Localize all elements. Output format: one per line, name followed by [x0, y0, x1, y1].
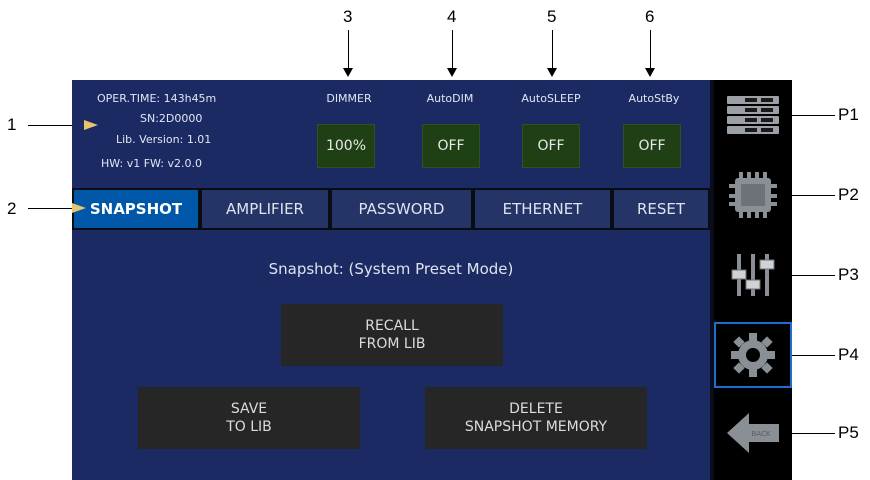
tab-snapshot[interactable]: SNAPSHOT	[74, 190, 198, 228]
tab-ethernet[interactable]: ETHERNET	[475, 190, 610, 228]
callout-6-line	[650, 30, 651, 70]
settings-button[interactable]	[714, 322, 792, 388]
recall-from-lib-button[interactable]: RECALL FROM LIB	[281, 304, 503, 366]
callout-3-line	[348, 30, 349, 70]
autostby-value-button[interactable]: OFF	[623, 124, 681, 168]
back-label: BACK	[752, 430, 771, 438]
callout-5-arrowhead	[547, 68, 557, 77]
callout-5-line	[552, 30, 553, 70]
faders-button[interactable]	[714, 242, 792, 308]
presets-icon	[727, 96, 779, 134]
callout-1-arrowhead	[84, 120, 98, 130]
gear-icon	[731, 333, 775, 377]
dimmer-label: DIMMER	[326, 92, 372, 105]
callout-p5: P5	[838, 423, 859, 442]
callout-6-arrowhead	[645, 68, 655, 77]
tab-password[interactable]: PASSWORD	[332, 190, 471, 228]
delete-snapshot-button[interactable]: DELETE SNAPSHOT MEMORY	[425, 387, 647, 449]
autostby-label: AutoStBy	[628, 92, 680, 105]
presets-button[interactable]	[714, 82, 792, 148]
autosleep-value-button[interactable]: OFF	[522, 124, 580, 168]
back-button[interactable]: BACK	[714, 400, 792, 466]
autodim-value: OFF	[437, 138, 465, 154]
callout-p3: P3	[838, 265, 859, 284]
callout-6: 6	[645, 7, 655, 26]
oper-time: OPER.TIME: 143h45m	[97, 92, 217, 105]
faders-icon	[731, 254, 775, 296]
back-arrow-icon: BACK	[727, 413, 779, 453]
callout-4-arrowhead	[447, 68, 457, 77]
callout-2: 2	[7, 199, 17, 218]
callout-p4: P4	[838, 345, 859, 364]
autosleep-label: AutoSLEEP	[521, 92, 581, 105]
callout-p2: P2	[838, 185, 859, 204]
lib-version: Lib. Version: 1.01	[116, 133, 212, 146]
tab-reset[interactable]: RESET	[614, 190, 708, 228]
hw-fw-version: HW: v1 FW: v2.0.0	[101, 157, 202, 170]
amplifier-button[interactable]	[714, 162, 792, 228]
callout-4: 4	[447, 7, 457, 26]
amplifier-chip-icon	[729, 172, 777, 218]
autostby-value: OFF	[638, 138, 666, 154]
serial-number: SN:2D0000	[140, 112, 203, 125]
save-to-lib-button[interactable]: SAVE TO LIB	[138, 387, 360, 449]
autodim-value-button[interactable]: OFF	[422, 124, 480, 168]
callout-2-arrowhead	[72, 203, 86, 213]
dimmer-value: 100%	[325, 138, 367, 154]
callout-4-line	[452, 30, 453, 70]
callout-3: 3	[343, 7, 353, 26]
callout-3-arrowhead	[343, 68, 353, 77]
autodim-label: AutoDIM	[426, 92, 474, 105]
autosleep-value: OFF	[537, 138, 565, 154]
tab-amplifier[interactable]: AMPLIFIER	[202, 190, 328, 228]
callout-5: 5	[547, 7, 557, 26]
callout-p1: P1	[838, 105, 859, 124]
callout-2-line	[28, 208, 74, 209]
dimmer-value-button[interactable]: 100%	[317, 124, 375, 168]
callout-1: 1	[7, 115, 17, 134]
page-subtitle: Snapshot: (System Preset Mode)	[268, 260, 514, 278]
